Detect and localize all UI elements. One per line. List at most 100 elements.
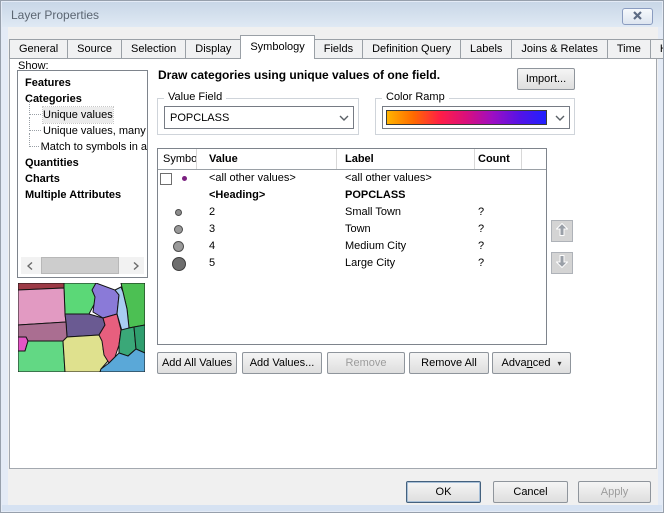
symbol-table: SymbolValueLabelCount <all other values>… [157, 148, 547, 345]
map-preview-svg [18, 283, 145, 372]
column-header-value[interactable]: Value [197, 149, 337, 169]
ok-button[interactable]: OK [406, 481, 481, 503]
tree-branch-icon [29, 133, 39, 147]
move-down-button[interactable] [551, 252, 573, 274]
label-cell[interactable]: POPCLASS [337, 187, 475, 204]
cancel-button[interactable]: Cancel [493, 481, 568, 503]
add-values-button[interactable]: Add Values... [242, 352, 322, 374]
tab-display[interactable]: Display [185, 39, 241, 59]
tree-item-label: Multiple Attributes [25, 187, 121, 203]
value-field-group: Value Field POPCLASS [157, 98, 359, 135]
symbol-table-header: SymbolValueLabelCount [158, 149, 546, 170]
value-field-dropdown[interactable]: POPCLASS [164, 106, 354, 129]
symbology-tab-page: Show: FeaturesCategoriesUnique valuesUni… [9, 58, 657, 469]
table-row[interactable]: 3Town? [158, 221, 546, 238]
tree-branch-icon [29, 117, 41, 131]
action-buttons: Add All ValuesAdd Values...RemoveRemove … [157, 352, 582, 374]
column-header-count[interactable]: Count [475, 149, 522, 169]
column-header-symbol[interactable]: Symbol [158, 149, 197, 169]
window-title: Layer Properties [11, 8, 99, 22]
color-ramp-dropdown[interactable] [382, 106, 570, 129]
color-ramp-gradient [386, 110, 547, 125]
tab-labels[interactable]: Labels [460, 39, 512, 59]
tree-item-label: Unique values [43, 107, 113, 123]
scroll-left-arrow-icon[interactable] [21, 257, 38, 274]
color-ramp-group: Color Ramp [375, 98, 575, 135]
label-cell[interactable]: <all other values> [337, 170, 475, 187]
down-arrow-icon [556, 255, 568, 271]
tree-horizontal-scrollbar[interactable] [21, 257, 144, 274]
label-cell[interactable]: Town [337, 221, 475, 238]
value-cell[interactable]: 2 [197, 204, 337, 221]
column-header-label[interactable]: Label [337, 149, 475, 169]
value-cell[interactable]: <Heading> [197, 187, 337, 204]
count-cell[interactable]: ? [475, 204, 522, 221]
symbol-cell[interactable] [158, 255, 197, 272]
tree-item-charts[interactable]: Charts [18, 171, 147, 187]
tab-general[interactable]: General [9, 39, 68, 59]
symbol-cell[interactable] [158, 221, 197, 238]
map-preview [18, 283, 145, 372]
tab-html-popup[interactable]: HTML Popup [650, 39, 664, 59]
tab-source[interactable]: Source [67, 39, 122, 59]
footer-buttons: OK Cancel Apply [406, 481, 658, 503]
point-symbol-icon [174, 225, 183, 234]
add-all-values-button[interactable]: Add All Values [157, 352, 237, 374]
symbol-cell[interactable] [158, 238, 197, 255]
label-cell[interactable]: Medium City [337, 238, 475, 255]
symbol-cell[interactable] [158, 187, 197, 204]
point-symbol-icon [182, 176, 187, 181]
tab-time[interactable]: Time [607, 39, 651, 59]
value-cell[interactable]: 4 [197, 238, 337, 255]
move-up-button[interactable] [551, 220, 573, 242]
tree-item-label: Charts [25, 171, 60, 187]
value-cell[interactable]: 3 [197, 221, 337, 238]
table-row[interactable]: 5Large City? [158, 255, 546, 272]
up-arrow-icon [556, 223, 568, 239]
tree-item-quantities[interactable]: Quantities [18, 155, 147, 171]
tab-fields[interactable]: Fields [314, 39, 363, 59]
close-button[interactable] [622, 8, 653, 25]
map-state-iowa [65, 314, 105, 337]
close-icon [633, 11, 642, 23]
menu-dropdown-icon: ▾ [557, 359, 561, 368]
tree-item-label: Features [25, 75, 71, 91]
label-cell[interactable]: Small Town [337, 204, 475, 221]
tab-bar: GeneralSourceSelectionDisplaySymbologyFi… [9, 35, 664, 59]
table-row[interactable]: <all other values><all other values> [158, 170, 546, 187]
symbol-cell[interactable] [158, 170, 197, 187]
scroll-thumb[interactable] [41, 257, 119, 274]
count-cell[interactable] [475, 187, 522, 204]
advanced-button[interactable]: Advanced▾ [492, 352, 571, 374]
all-other-values-checkbox[interactable] [160, 173, 172, 185]
import-button[interactable]: Import... [517, 68, 575, 90]
table-row[interactable]: 4Medium City? [158, 238, 546, 255]
value-cell[interactable]: 5 [197, 255, 337, 272]
label-cell[interactable]: Large City [337, 255, 475, 272]
title-bar[interactable]: Layer Properties [2, 2, 662, 27]
tab-symbology[interactable]: Symbology [240, 35, 314, 59]
remove-all-button[interactable]: Remove All [409, 352, 489, 374]
tree-item-match-to-symbols-in-a[interactable]: Match to symbols in a [18, 139, 147, 155]
tab-joins-relates[interactable]: Joins & Relates [511, 39, 607, 59]
map-state-south-dakota [18, 288, 66, 325]
scroll-right-arrow-icon[interactable] [127, 257, 144, 274]
count-cell[interactable] [475, 170, 522, 187]
value-cell[interactable]: <all other values> [197, 170, 337, 187]
tree-item-features[interactable]: Features [18, 75, 147, 91]
tab-definition-query[interactable]: Definition Query [362, 39, 461, 59]
apply-button: Apply [578, 481, 651, 503]
table-row[interactable]: <Heading>POPCLASS [158, 187, 546, 204]
tab-selection[interactable]: Selection [121, 39, 186, 59]
count-cell[interactable]: ? [475, 221, 522, 238]
count-cell[interactable]: ? [475, 238, 522, 255]
panel-heading: Draw categories using unique values of o… [158, 68, 510, 82]
advanced-label: ced [533, 357, 551, 369]
tree-item-label: Match to symbols in a [41, 139, 147, 155]
tree-item-multiple-attributes[interactable]: Multiple Attributes [18, 187, 147, 203]
symbol-cell[interactable] [158, 204, 197, 221]
table-row[interactable]: 2Small Town? [158, 204, 546, 221]
chevron-down-icon [335, 115, 353, 121]
count-cell[interactable]: ? [475, 255, 522, 272]
tree-item-label: Unique values, many [43, 123, 146, 139]
